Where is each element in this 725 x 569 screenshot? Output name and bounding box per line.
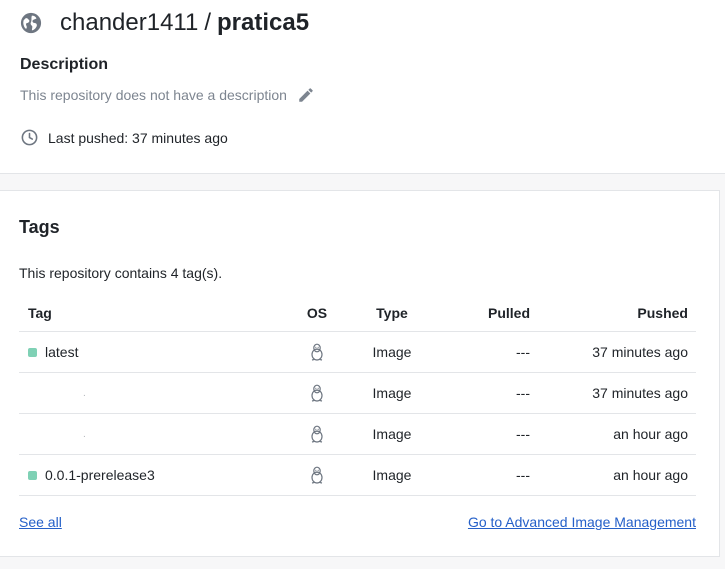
pushed-cell: an hour ago [530,413,696,455]
repo-title: chander1411 / pratica5 [20,8,309,38]
tag-name-link[interactable]: . [45,429,86,440]
table-row[interactable]: latest Image --- 37 minutes ago [19,331,696,373]
repo-owner[interactable]: chander1411 [60,9,198,37]
table-row[interactable]: 0.0.1-prerelease3 Image --- an hour ago [19,454,696,496]
tag-status-dot [28,470,37,480]
linux-icon [311,425,323,443]
pencil-icon[interactable] [297,86,315,104]
pulled-cell: --- [438,454,530,496]
tag-name-link[interactable]: 0.0.1-prerelease3 [45,467,155,483]
pushed-cell: 37 minutes ago [530,331,696,373]
column-header-pushed: Pushed [530,294,696,332]
globe-icon [20,12,42,34]
tags-card: Tags This repository contains 4 tag(s). … [0,190,720,557]
pulled-cell: --- [438,331,530,373]
repo-name: pratica5 [217,9,310,36]
table-row[interactable]: . Image --- an hour ago [19,413,696,455]
tag-cell: . [19,372,288,414]
tag-name-link[interactable]: . [45,388,86,399]
type-cell: Image [346,454,438,496]
repo-separator: / [204,9,212,36]
tags-title: Tags [19,217,60,237]
repo-header: chander1411 / pratica5 Description This … [0,0,725,174]
tag-name-link[interactable]: latest [45,344,78,360]
column-header-type: Type [346,294,438,332]
tag-cell: . [19,413,288,455]
column-header-tag: Tag [19,294,288,332]
clock-icon [21,129,38,146]
linux-icon [311,343,323,361]
pulled-cell: --- [438,372,530,414]
last-pushed: Last pushed: 37 minutes ago [20,128,228,147]
pushed-cell: 37 minutes ago [530,372,696,414]
table-row[interactable]: . Image --- 37 minutes ago [19,372,696,414]
linux-icon [311,466,323,484]
pushed-cell: an hour ago [530,454,696,496]
type-cell: Image [346,413,438,455]
table-header-row: Tag OS Type Pulled Pushed [19,294,696,332]
see-all-link[interactable]: See all [19,514,62,530]
tag-cell: latest [19,331,288,373]
tag-cell: 0.0.1-prerelease3 [19,454,288,496]
last-pushed-text: Last pushed: 37 minutes ago [48,129,228,146]
column-header-os: OS [288,294,346,332]
description-value: This repository does not have a descript… [20,87,287,103]
column-header-pulled: Pulled [438,294,530,332]
description-text: This repository does not have a descript… [20,86,315,104]
type-cell: Image [346,372,438,414]
os-cell [288,413,346,455]
tags-table: Tag OS Type Pulled Pushed latest Image -… [19,294,696,496]
linux-icon [311,384,323,402]
description-label: Description [20,56,109,73]
os-cell [288,331,346,373]
os-cell [288,454,346,496]
tags-count: This repository contains 4 tag(s). [19,265,223,281]
os-cell [288,372,346,414]
tag-status-dot [28,347,37,357]
pulled-cell: --- [438,413,530,455]
advanced-image-management-link[interactable]: Go to Advanced Image Management [468,514,696,530]
type-cell: Image [346,331,438,373]
